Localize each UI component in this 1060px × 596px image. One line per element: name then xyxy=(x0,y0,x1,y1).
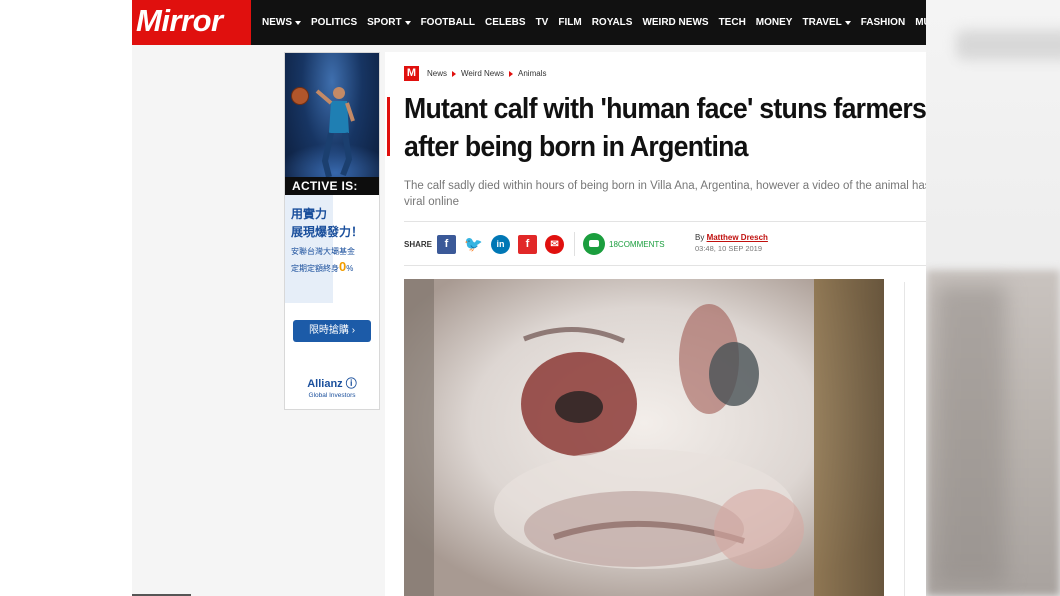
nav-item-fashion[interactable]: FASHION xyxy=(861,17,905,28)
comment-icon[interactable] xyxy=(583,233,606,255)
right-rail-divider xyxy=(904,282,905,596)
byline: By Matthew Dresch 03:48, 10 SEP 2019 xyxy=(695,232,768,254)
ad-tagline: ACTIVE IS: xyxy=(285,177,379,195)
facebook-share-icon[interactable]: f xyxy=(437,234,457,254)
nav-item-news[interactable]: NEWS xyxy=(262,17,301,28)
share-label: SHARE xyxy=(404,239,433,249)
ad-offer-prefix: 定期定額終身 xyxy=(291,264,339,273)
ad-brand-sub: Global Investors xyxy=(308,392,356,399)
divider xyxy=(404,265,926,266)
nav-item-label: MUMS xyxy=(915,17,926,28)
breadcrumb-arrow-icon xyxy=(452,70,457,77)
ad-offer-percent: % xyxy=(346,264,354,273)
breadcrumb: M News Weird News Animals xyxy=(404,66,546,81)
share-divider xyxy=(574,232,576,256)
flipboard-share-icon[interactable]: f xyxy=(518,234,538,254)
breadcrumb-animals[interactable]: Animals xyxy=(518,69,546,78)
ad-cta-button[interactable]: 限時搶購 › xyxy=(293,320,371,342)
nav-item-label: MONEY xyxy=(755,17,793,28)
nav-item-label: CELEBS xyxy=(485,17,526,28)
right-blurred-background xyxy=(926,0,1060,596)
ad-basketball-image: ACTIVE IS: xyxy=(285,53,379,195)
nav-item-label: FILM xyxy=(558,17,582,28)
nav-item-tech[interactable]: TECH xyxy=(719,17,746,28)
headline-accent-bar xyxy=(387,97,390,156)
chevron-down-icon xyxy=(295,20,301,25)
nav-item-film[interactable]: FILM xyxy=(558,17,581,28)
breadcrumb-news[interactable]: News xyxy=(427,69,447,78)
comments-label: COMMENTS xyxy=(617,239,665,249)
mirror-m-badge[interactable]: M xyxy=(404,66,419,81)
nav-item-royals[interactable]: ROYALS xyxy=(592,17,633,28)
nav-item-label: NEWS xyxy=(262,17,292,28)
comments-count: 18 xyxy=(609,239,618,249)
nav-item-label: FOOTBALL xyxy=(420,17,476,28)
basketball-icon xyxy=(291,87,309,105)
sidebar-advert[interactable]: ACTIVE IS: 用實力 展現爆發力！ 安聯台灣大壩基金 定期定額終身0% … xyxy=(284,52,380,410)
nav-item-label: WEIRD NEWS xyxy=(642,17,709,28)
nav-item-label: POLITICS xyxy=(311,17,358,28)
nav-item-label: FASHION xyxy=(860,17,906,28)
top-navigation-bar: Mirror NEWS POLITICS SPORT FOOTBALL CELEBS TV… xyxy=(132,0,926,45)
nav-item-label: TRAVEL xyxy=(802,17,842,28)
email-share-icon[interactable]: ✉ xyxy=(545,234,565,254)
ad-offer-line: 定期定額終身0% xyxy=(291,259,353,274)
nav-item-sport[interactable]: SPORT xyxy=(367,17,411,28)
article-standfirst: The calf sadly died within hours of bein… xyxy=(404,180,926,208)
ad-headline-1: 用實力 xyxy=(291,207,328,221)
linkedin-share-icon[interactable]: in xyxy=(491,234,511,254)
nav-item-label: ROYALS xyxy=(591,17,633,28)
chevron-down-icon xyxy=(844,20,851,25)
breadcrumb-arrow-icon xyxy=(509,70,513,77)
nav-item-weird-news[interactable]: WEIRD NEWS xyxy=(642,17,708,28)
comments-link[interactable]: 18COMMENTS xyxy=(609,240,665,249)
mirror-logo[interactable]: Mirror xyxy=(132,0,251,45)
calf-face-photo xyxy=(404,279,884,596)
nav-item-money[interactable]: MONEY xyxy=(756,17,793,28)
article-lead-image[interactable] xyxy=(404,279,884,596)
nav-item-label: SPORT xyxy=(367,17,402,28)
ad-headline-2: 展現爆發力！ xyxy=(291,225,364,239)
publish-date: 03:48, 10 SEP 2019 xyxy=(695,244,763,253)
breadcrumb-weird-news[interactable]: Weird News xyxy=(461,69,504,78)
author-link[interactable]: Matthew Dresch xyxy=(707,233,768,242)
nav-item-politics[interactable]: POLITICS xyxy=(311,17,357,28)
nav-item-label: TECH xyxy=(718,17,746,28)
basketball-player-figure xyxy=(315,87,355,178)
article-headline: Mutant calf with 'human face' stuns farm… xyxy=(404,93,926,163)
nav-item-tv[interactable]: TV xyxy=(536,17,549,28)
logo-text: Mirror xyxy=(136,3,223,38)
mirror-page: Mirror NEWS POLITICS SPORT FOOTBALL CELEBS TV… xyxy=(132,0,926,596)
nav-item-football[interactable]: FOOTBALL xyxy=(421,17,475,28)
nav-item-celebs[interactable]: CELEBS xyxy=(485,17,526,28)
nav-item-mums[interactable]: MUMS xyxy=(915,17,926,28)
byline-prefix: By xyxy=(695,233,707,242)
ad-brand-name: Allianz ⓘ xyxy=(307,378,357,390)
article-column: M News Weird News Animals Mutant calf wi… xyxy=(385,52,926,596)
nav-item-label: TV xyxy=(535,17,549,28)
left-margin xyxy=(0,0,132,596)
twitter-share-icon[interactable]: 🐦 xyxy=(464,235,483,254)
ad-brand-logo: Allianz ⓘ Global Investors xyxy=(285,375,379,399)
nav-item-travel[interactable]: TRAVEL xyxy=(802,17,851,28)
main-nav: NEWS POLITICS SPORT FOOTBALL CELEBS TV FILM ROY… xyxy=(262,0,926,45)
divider xyxy=(404,221,926,222)
share-bar: SHARE f 🐦 in f ✉ 18COMMENTS xyxy=(404,232,665,256)
chevron-down-icon xyxy=(404,20,411,25)
ad-fund-name: 安聯台灣大壩基金 xyxy=(291,247,355,256)
